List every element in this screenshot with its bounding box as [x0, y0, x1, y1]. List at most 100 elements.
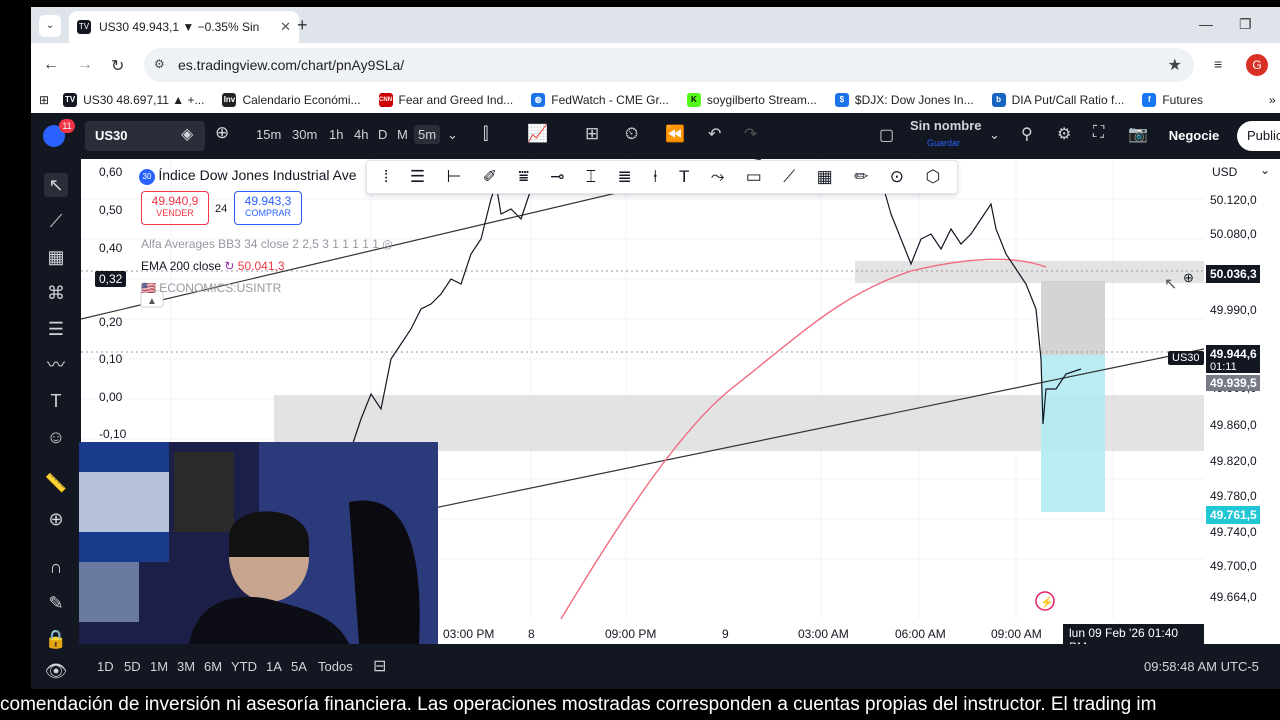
layout-name[interactable]: Sin nombre: [910, 118, 982, 133]
range-1M[interactable]: 1M: [150, 659, 168, 674]
grid-icon[interactable]: ▦: [817, 167, 833, 187]
alert-icon[interactable]: ⏲: [625, 124, 638, 144]
bookmark-item[interactable]: CNN Fear and Greed Ind...: [378, 93, 513, 107]
text-icon[interactable]: T: [679, 167, 689, 187]
undo-icon[interactable]: ↶: [708, 124, 721, 144]
brush-icon[interactable]: 〰: [44, 353, 68, 377]
horizontal-ray-icon[interactable]: ⊸: [550, 167, 564, 187]
replay-icon[interactable]: ⏪: [665, 124, 685, 144]
range-5A[interactable]: 5A: [291, 659, 307, 674]
minimize-icon[interactable]: —: [1199, 16, 1213, 32]
tf-30m[interactable]: 30m: [292, 127, 317, 142]
add-alert-icon[interactable]: ⊕: [1183, 270, 1194, 286]
fullscreen-icon[interactable]: ⛶: [1093, 124, 1104, 142]
reload-icon[interactable]: ↻: [111, 56, 124, 76]
bookmark-item[interactable]: b DIA Put/Call Ratio f...: [991, 93, 1124, 107]
bookmarks-overflow-icon[interactable]: »: [1269, 93, 1276, 107]
bookmark-item[interactable]: Ksoygilberto Stream...: [686, 93, 817, 107]
tf-5m-active[interactable]: 5m: [414, 125, 441, 144]
price-range-icon[interactable]: ⌶: [586, 167, 596, 187]
range-1D[interactable]: 1D: [97, 659, 114, 674]
apps-grid-icon[interactable]: ⊞: [39, 93, 49, 107]
tab-search-button[interactable]: ⌄: [39, 15, 61, 37]
bookmark-item[interactable]: f Futures: [1142, 93, 1203, 107]
vertical-line-icon[interactable]: ⍿: [653, 167, 657, 187]
draw-mode-icon[interactable]: ✎: [44, 591, 68, 615]
symbol-info-icon[interactable]: ◈: [181, 124, 193, 144]
site-info-icon[interactable]: ⚙: [154, 57, 165, 71]
profile-avatar[interactable]: G: [1246, 54, 1268, 76]
indicator-economics[interactable]: 🇺🇸 ECONOMICS:USINTR: [141, 281, 281, 295]
range-6M[interactable]: 6M: [204, 659, 222, 674]
redo-icon[interactable]: ↷: [744, 124, 757, 144]
close-tab-icon[interactable]: ✕: [280, 19, 291, 35]
search-icon[interactable]: ⚲: [1021, 124, 1033, 144]
trendline-icon[interactable]: ⟋: [44, 209, 68, 233]
tf-1h[interactable]: 1h: [329, 127, 343, 142]
currency-selector[interactable]: USD: [1212, 165, 1237, 179]
brush-icon[interactable]: ✏: [854, 167, 868, 187]
bookmark-item[interactable]: TV US30 48.697,11 ▲ +...: [63, 93, 204, 107]
new-tab-button[interactable]: +: [297, 15, 308, 36]
parallel-channel-icon[interactable]: ⩸: [518, 167, 528, 187]
publish-button[interactable]: Publicar: [1237, 121, 1280, 151]
address-input[interactable]: ⚙ es.tradingview.com/chart/pnAy9SLa/ ★: [144, 48, 1194, 82]
fib-grid-icon[interactable]: ▦: [44, 245, 68, 269]
layout-save-label[interactable]: Guardar: [927, 138, 960, 148]
magnet-icon[interactable]: ∩: [44, 555, 68, 579]
fib-retracement-icon[interactable]: ☰: [410, 167, 425, 187]
bookmark-item[interactable]: ◍ FedWatch - CME Gr...: [531, 93, 669, 107]
tf-15m[interactable]: 15m: [256, 127, 281, 142]
media-controls-icon[interactable]: ≡: [1214, 56, 1222, 72]
indicators-icon[interactable]: 📈: [527, 124, 548, 144]
compare-add-icon[interactable]: ⊕: [215, 123, 229, 143]
layout-square-icon[interactable]: ▢: [879, 125, 894, 145]
forward-icon[interactable]: →: [77, 56, 93, 74]
tf-D[interactable]: D: [378, 127, 387, 142]
buy-button[interactable]: 49.943,3 COMPRAR: [234, 191, 302, 225]
pen-icon[interactable]: ✐: [483, 167, 497, 187]
restore-icon[interactable]: ❐: [1239, 16, 1252, 33]
drag-handle-icon[interactable]: ⁞: [384, 167, 389, 187]
forecast-icon[interactable]: ☰: [44, 317, 68, 341]
hidden-eye-icon[interactable]: ◎: [382, 237, 392, 251]
back-icon[interactable]: ←: [43, 56, 59, 74]
clock-timezone[interactable]: 09:58:48 AM UTC-5: [1144, 659, 1259, 674]
bookmark-item[interactable]: Inv Calendario Económi...: [222, 93, 361, 107]
range-icon[interactable]: ⊢: [447, 167, 462, 187]
layout-grid-icon[interactable]: ⊞: [585, 124, 599, 144]
zoom-icon[interactable]: ⊕: [44, 507, 68, 531]
emoji-icon[interactable]: ☺: [44, 425, 68, 449]
pattern-icon[interactable]: ⌘: [44, 281, 68, 305]
trade-button[interactable]: Negocie: [1159, 121, 1229, 151]
circle-icon[interactable]: ⊙: [890, 167, 904, 187]
rectangle-icon[interactable]: ▭: [746, 167, 762, 187]
active-tab[interactable]: TV US30 49.943,1 ▼ −0.35% Sin no ✕: [69, 11, 299, 43]
price-axis[interactable]: USD ⌄ 50.120,0 50.080,0 49.990,0 49.900,…: [1204, 159, 1280, 689]
text-tool-icon[interactable]: T: [44, 389, 68, 413]
range-todos[interactable]: Todos: [318, 659, 353, 674]
lock-icon[interactable]: 🔒: [44, 627, 68, 651]
date-range-icon[interactable]: ⊟: [373, 656, 386, 676]
settings-icon[interactable]: ⚙: [1057, 124, 1071, 144]
candle-type-icon[interactable]: ⫿: [483, 124, 488, 144]
tf-M[interactable]: M: [397, 127, 408, 142]
range-5D[interactable]: 5D: [124, 659, 141, 674]
range-1A[interactable]: 1A: [266, 659, 282, 674]
layout-dropdown-icon[interactable]: ⌄: [989, 127, 1000, 143]
line-icon[interactable]: ⟋: [783, 167, 795, 187]
ruler-icon[interactable]: 📏: [44, 471, 68, 495]
camera-icon[interactable]: 📷: [1128, 124, 1148, 144]
indicator-ema[interactable]: EMA 200 close ↻ 50.041,3: [141, 259, 285, 273]
bookmark-star-icon[interactable]: ★: [1168, 55, 1182, 75]
bookmark-item[interactable]: $ $DJX: Dow Jones In...: [834, 93, 974, 107]
indicator-bb3[interactable]: Alfa Averages BB3 34 close 2 2,5 3 1 1 1…: [141, 237, 393, 251]
tf-4h[interactable]: 4h: [354, 127, 368, 142]
currency-dropdown-icon[interactable]: ⌄: [1260, 163, 1270, 177]
lines-icon[interactable]: ≣: [618, 167, 632, 187]
cursor-icon[interactable]: ↖: [44, 173, 68, 197]
range-YTD[interactable]: YTD: [231, 659, 257, 674]
eye-icon[interactable]: 👁: [44, 659, 68, 683]
shapes-icon[interactable]: ⬡: [925, 167, 940, 187]
timeframe-dropdown-icon[interactable]: ⌄: [447, 127, 458, 143]
